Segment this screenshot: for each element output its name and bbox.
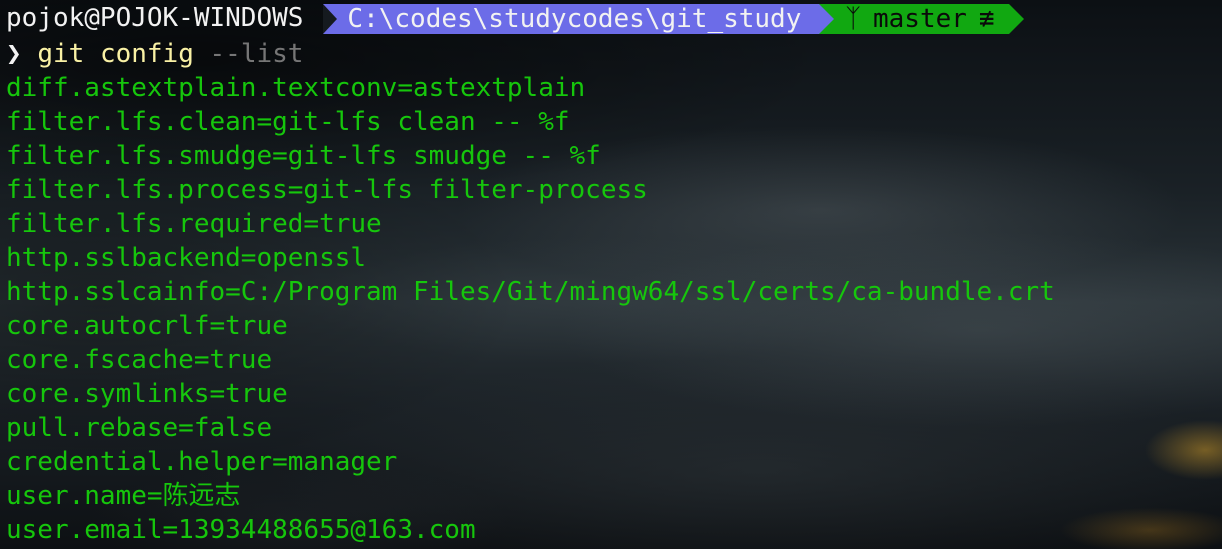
prompt-git-segment: ᛉ master ≢ <box>819 3 1024 34</box>
output-line: filter.lfs.clean=git-lfs clean -- %f <box>6 107 570 137</box>
output-line: filter.lfs.required=true <box>6 209 382 239</box>
prompt-branch: master <box>872 3 967 34</box>
command-program: git <box>37 39 85 69</box>
terminal-window[interactable]: pojok@POJOK-WINDOWS C:\codes\studycodes\… <box>6 0 1222 549</box>
output-line: filter.lfs.smudge=git-lfs smudge -- %f <box>6 141 601 171</box>
command-subcommand: config <box>99 39 194 69</box>
output-line: filter.lfs.process=git-lfs filter-proces… <box>6 175 648 205</box>
output-line: credential.helper=manager <box>6 447 398 477</box>
output-line: pull.rebase=false <box>6 413 273 443</box>
shell-prompt: pojok@POJOK-WINDOWS C:\codes\studycodes\… <box>6 0 1222 37</box>
output-line: core.fscache=true <box>6 345 273 375</box>
output-line: http.sslcainfo=C:/Program Files/Git/ming… <box>6 277 1055 307</box>
output-line: http.sslbackend=openssl <box>6 243 367 273</box>
output-line: core.autocrlf=true <box>6 311 288 341</box>
not-equivalent-icon: ≢ <box>978 3 995 34</box>
prompt-host: pojok@POJOK-WINDOWS <box>6 3 304 33</box>
command-output: diff.astextplain.textconv=astextplain fi… <box>6 71 1222 547</box>
output-line: user.email=13934488655@163.com <box>6 515 476 545</box>
prompt-chevron-icon: ❯ <box>6 39 22 69</box>
output-line: diff.astextplain.textconv=astextplain <box>6 73 586 103</box>
output-line: user.name=陈远志 <box>6 481 241 511</box>
command-flag: --list <box>209 39 304 69</box>
prompt-path: C:\codes\studycodes\git_study <box>323 3 835 34</box>
git-branch-icon: ᛉ <box>845 3 861 34</box>
output-line: core.symlinks=true <box>6 379 288 409</box>
command-line[interactable]: ❯ git config --list <box>6 37 1222 71</box>
